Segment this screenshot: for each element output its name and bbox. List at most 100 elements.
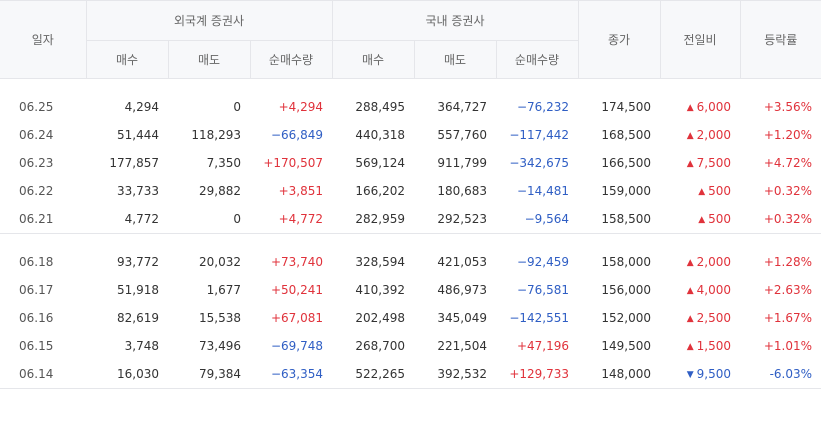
close-price-cell: 158,500 (578, 205, 661, 234)
foreign-sell-cell: 118,293 (191, 128, 241, 142)
domestic-net-header: 순매수량 (495, 40, 579, 79)
table-row: 06.25 4,294 0 +4,294 288,495 364,727 −76,232 17… (0, 93, 821, 121)
change-cell: ▲ 1,500 (660, 332, 740, 360)
triangle-up-icon: ▲ (686, 103, 694, 113)
close-price-cell: 152,000 (601, 311, 652, 325)
change-rate-header: 등락률 (739, 0, 821, 79)
change-rate-cell: +0.32% (763, 184, 813, 198)
table-row: 06.21 4,772 0 +4,772 282,959 292,523 −9,564 158… (0, 205, 821, 234)
foreign-buy-cell: 82,619 (117, 311, 159, 325)
domestic-sell-cell: 180,683 (437, 184, 487, 198)
foreign-buy-cell: 4,294 (124, 100, 159, 114)
domestic-buy-cell: 268,700 (355, 339, 405, 353)
change-value: 6,000 (696, 100, 732, 114)
domestic-buy-cell: 522,265 (332, 360, 414, 389)
foreign-buy-cell: 4,772 (86, 205, 168, 234)
change-value: 4,000 (696, 283, 732, 297)
change-rate-cell: +3.56% (763, 100, 813, 114)
triangle-up-icon: ▲ (698, 215, 706, 225)
change-rate-cell: +1.28% (763, 255, 813, 269)
foreign-broker-header: 외국계 증권사 (85, 0, 333, 41)
foreign-sell-header: 매도 (167, 40, 251, 79)
date-cell: 06.21 (0, 205, 86, 234)
change-rate-cell: +1.01% (763, 339, 813, 353)
change-cell: ▼ 9,500 (660, 360, 741, 389)
change-rate-cell: +1.20% (763, 128, 813, 142)
broker-trading-table: 일자 외국계 증권사 국내 증권사 종가 전일비 등락률 매수 매도 순매수량 … (0, 0, 821, 389)
table-row: 06.18 93,772 20,032 +73,740 328,594 421,053 −9… (0, 248, 821, 276)
domestic-buy-cell: 569,124 (355, 156, 405, 170)
triangle-up-icon: ▲ (686, 314, 694, 324)
change-rate-cell: +2.63% (763, 283, 813, 297)
triangle-up-icon: ▲ (698, 187, 706, 197)
change-value: 2,000 (696, 128, 732, 142)
change-cell: ▲ 7,500 (660, 149, 740, 177)
foreign-sell-cell: 20,032 (199, 255, 241, 269)
close-price-header: 종가 (577, 0, 661, 79)
foreign-net-cell: +4,772 (250, 205, 332, 234)
change-cell: ▲ 500 (660, 205, 741, 234)
domestic-sell-cell: 364,727 (437, 100, 487, 114)
domestic-buy-cell: 328,594 (355, 255, 405, 269)
change-value: 7,500 (696, 156, 732, 170)
table-row: 06.17 51,918 1,677 +50,241 410,392 486,973 −76… (0, 276, 821, 304)
foreign-sell-cell: 15,538 (199, 311, 241, 325)
foreign-buy-cell: 51,918 (117, 283, 159, 297)
date-cell: 06.18 (19, 255, 54, 269)
date-cell: 06.25 (19, 100, 54, 114)
domestic-net-cell: −14,481 (516, 184, 570, 198)
date-cell: 06.17 (19, 283, 54, 297)
foreign-net-cell: +73,740 (270, 255, 323, 269)
triangle-up-icon: ▲ (686, 258, 694, 268)
foreign-net-cell: +67,081 (270, 311, 323, 325)
date-cell: 06.24 (19, 128, 54, 142)
change-value: 1,500 (696, 339, 732, 353)
foreign-sell-cell: 0 (168, 205, 250, 234)
foreign-net-cell: +3,851 (278, 184, 323, 198)
foreign-buy-cell: 93,772 (117, 255, 159, 269)
foreign-net-cell: −69,748 (270, 339, 323, 353)
table-row: 06.23 177,857 7,350 +170,507 569,124 911,799 −… (0, 149, 821, 177)
foreign-buy-cell: 3,748 (124, 339, 159, 353)
table-body: 06.25 4,294 0 +4,294 288,495 364,727 −76,232 17… (0, 79, 821, 389)
foreign-net-cell: −63,354 (250, 360, 332, 389)
table-row: 06.24 51,444 118,293 −66,849 440,318 557,760 −… (0, 121, 821, 149)
date-cell: 06.14 (0, 360, 86, 389)
foreign-buy-cell: 33,733 (117, 184, 159, 198)
foreign-sell-cell: 1,677 (206, 283, 241, 297)
spacer-cell (0, 234, 821, 249)
foreign-buy-cell: 51,444 (117, 128, 159, 142)
block-spacer (0, 79, 821, 94)
change-cell: ▲ 2,000 (660, 121, 740, 149)
date-cell: 06.23 (19, 156, 54, 170)
change-cell: ▲ 6,000 (660, 93, 740, 121)
change-cell: ▲ 2,500 (660, 304, 740, 332)
foreign-net-cell: +170,507 (263, 156, 323, 170)
domestic-net-cell: −9,564 (496, 205, 579, 234)
change-rate-cell: +1.67% (763, 311, 813, 325)
domestic-buy-cell: 202,498 (355, 311, 405, 325)
domestic-net-cell: +129,733 (496, 360, 579, 389)
close-price-cell: 158,000 (601, 255, 652, 269)
foreign-net-cell: −66,849 (270, 128, 323, 142)
domestic-sell-cell: 392,532 (414, 360, 496, 389)
change-cell: ▲ 2,000 (660, 248, 740, 276)
foreign-sell-cell: 73,496 (199, 339, 241, 353)
domestic-sell-header: 매도 (413, 40, 497, 79)
foreign-net-cell: +50,241 (270, 283, 323, 297)
domestic-buy-cell: 440,318 (355, 128, 405, 142)
foreign-sell-cell: 7,350 (206, 156, 241, 170)
close-price-cell: 156,000 (601, 283, 652, 297)
close-price-cell: 174,500 (601, 100, 652, 114)
table-row: 06.22 33,733 29,882 +3,851 166,202 180,683 −14… (0, 177, 821, 205)
triangle-up-icon: ▲ (686, 342, 694, 352)
change-value: 2,000 (696, 255, 732, 269)
close-price-cell: 168,500 (601, 128, 652, 142)
foreign-sell-cell: 79,384 (168, 360, 250, 389)
domestic-sell-cell: 486,973 (437, 283, 487, 297)
spacer-cell (0, 79, 821, 94)
foreign-net-header: 순매수량 (249, 40, 333, 79)
change-value: 2,500 (696, 311, 732, 325)
foreign-net-cell: +4,294 (278, 100, 323, 114)
close-price-cell: 148,000 (578, 360, 661, 389)
